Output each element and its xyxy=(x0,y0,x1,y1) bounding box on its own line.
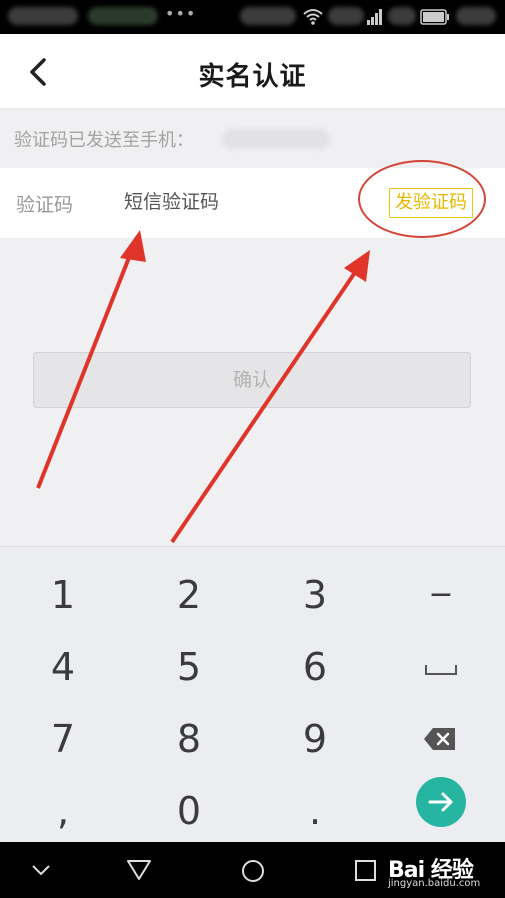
signal-icon xyxy=(367,9,382,25)
send-code-button[interactable]: 发验证码 xyxy=(389,188,473,218)
key-9[interactable]: 9 xyxy=(252,703,378,775)
numeric-keyboard: 1 2 3 − 4 5 6 7 8 9 , 0 . xyxy=(0,546,505,843)
page-title: 实名认证 xyxy=(198,62,307,92)
status-blur xyxy=(88,7,158,25)
status-blur xyxy=(8,7,78,25)
watermark-url: jingyan.baidu.com xyxy=(388,878,481,889)
key-1[interactable]: 1 xyxy=(0,559,126,631)
enter-arrow-icon xyxy=(428,792,453,812)
key-dot[interactable]: . xyxy=(252,775,378,847)
status-blur xyxy=(388,7,416,25)
more-dots-icon: ••• xyxy=(165,4,197,23)
header: 实名认证 xyxy=(0,34,505,110)
annotation-arrowhead-right xyxy=(344,250,370,282)
baidu-jingyan-watermark: Bai 经验 jingyan.baidu.com xyxy=(388,848,498,894)
status-blur xyxy=(240,7,296,25)
confirm-button[interactable]: 确认 xyxy=(33,352,471,408)
key-space[interactable] xyxy=(378,631,504,703)
wifi-icon xyxy=(303,9,323,25)
nav-down-icon[interactable] xyxy=(30,862,52,878)
status-blur xyxy=(328,7,364,25)
go-button[interactable] xyxy=(416,777,466,827)
nav-recent-icon[interactable] xyxy=(354,859,378,883)
phone-number-mask xyxy=(222,129,330,149)
key-5[interactable]: 5 xyxy=(126,631,252,703)
code-sent-notice: 验证码已发送至手机： xyxy=(0,114,505,168)
key-comma[interactable]: , xyxy=(0,775,126,847)
screen: ••• 实名认证 验证码已发送至手机： 验证码 短信验证码 发验证码 确认 1 … xyxy=(0,0,505,898)
key-8[interactable]: 8 xyxy=(126,703,252,775)
verification-code-row: 验证码 发验证码 xyxy=(0,168,505,238)
battery-icon xyxy=(420,9,449,25)
status-blur xyxy=(456,7,496,25)
key-6[interactable]: 6 xyxy=(252,631,378,703)
code-label: 验证码 xyxy=(16,194,74,216)
nav-back-icon[interactable] xyxy=(126,858,152,882)
status-bar: ••• xyxy=(0,0,505,34)
sms-code-input[interactable] xyxy=(124,184,344,220)
key-7[interactable]: 7 xyxy=(0,703,126,775)
key-4[interactable]: 4 xyxy=(0,631,126,703)
key-2[interactable]: 2 xyxy=(126,559,252,631)
key-3[interactable]: 3 xyxy=(252,559,378,631)
backspace-icon[interactable] xyxy=(423,727,457,751)
space-icon xyxy=(425,664,457,675)
key-minus[interactable]: − xyxy=(378,559,504,631)
nav-home-icon[interactable] xyxy=(240,858,266,884)
notice-text: 验证码已发送至手机： xyxy=(14,130,194,151)
key-0[interactable]: 0 xyxy=(126,775,252,847)
